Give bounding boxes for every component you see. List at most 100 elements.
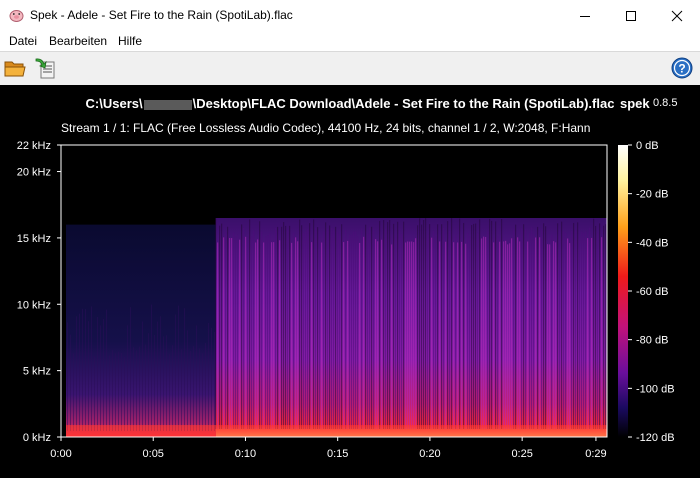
spectrum-column bbox=[519, 241, 521, 429]
intro-column bbox=[196, 325, 197, 431]
spectrum-column bbox=[235, 236, 237, 429]
spectrum-column bbox=[345, 230, 347, 429]
spectrum-column bbox=[427, 234, 429, 429]
intro-column bbox=[151, 304, 152, 431]
spectrum-column bbox=[523, 224, 525, 429]
spectrum-column bbox=[257, 239, 259, 429]
spectrum-column bbox=[355, 231, 357, 429]
intro-column bbox=[106, 309, 107, 431]
spectrum-column bbox=[241, 224, 243, 429]
intro-column bbox=[148, 333, 149, 431]
spectrum-column bbox=[411, 241, 413, 429]
intro-column bbox=[187, 330, 188, 431]
spectrum-column bbox=[441, 224, 443, 429]
spectrum-column bbox=[547, 244, 549, 429]
spectrum-column bbox=[567, 238, 569, 429]
spectrum-column bbox=[281, 226, 283, 429]
spectrum-column bbox=[333, 229, 335, 429]
intro-column bbox=[193, 346, 194, 431]
spectrum-column bbox=[435, 236, 437, 429]
time-tick-label: 0:00 bbox=[50, 448, 71, 460]
intro-column bbox=[118, 351, 119, 431]
intro-column bbox=[214, 331, 215, 431]
spectrum-column bbox=[271, 242, 273, 429]
spectrum-column bbox=[343, 242, 345, 429]
spectrum-column bbox=[463, 222, 465, 429]
spectrum-column bbox=[265, 236, 267, 429]
db-tick-label: -80 dB bbox=[636, 335, 668, 347]
spectrum-column bbox=[359, 242, 361, 429]
spectrum-column bbox=[571, 230, 573, 429]
spectrum-column bbox=[371, 226, 373, 429]
intro-column bbox=[205, 342, 206, 431]
intro-column bbox=[160, 316, 161, 431]
intro-column bbox=[70, 334, 71, 431]
spectrum-column bbox=[367, 233, 369, 429]
intro-column bbox=[154, 334, 155, 431]
spectrum-column bbox=[417, 225, 419, 429]
db-color-bar bbox=[618, 145, 628, 437]
intro-column bbox=[103, 318, 104, 431]
spectrum-column bbox=[465, 243, 467, 429]
freq-tick-label: 15 kHz bbox=[17, 233, 51, 245]
spectrum-column bbox=[287, 229, 289, 429]
spectrum-column bbox=[563, 231, 565, 429]
spectrum-column bbox=[581, 231, 583, 429]
spectrum-column bbox=[361, 228, 363, 429]
spectrum-column bbox=[291, 242, 293, 429]
intro-column bbox=[94, 356, 95, 431]
intro-column bbox=[145, 344, 146, 431]
spectrum-column bbox=[351, 234, 353, 429]
spectrum-column bbox=[459, 218, 461, 429]
spectrum-column bbox=[251, 236, 253, 429]
spectrum-column bbox=[501, 218, 503, 429]
intro-column bbox=[130, 307, 131, 431]
spectrum-column bbox=[593, 218, 595, 429]
spectrum-column bbox=[509, 243, 511, 429]
spectrum-column bbox=[393, 223, 395, 429]
spectrum-column bbox=[481, 238, 483, 429]
intro-column bbox=[202, 353, 203, 431]
spectrum-column bbox=[525, 228, 527, 429]
spectrum-column bbox=[565, 232, 567, 429]
spectrum-column bbox=[387, 222, 389, 429]
intro-column bbox=[211, 327, 212, 431]
freq-tick-label: 10 kHz bbox=[17, 299, 51, 311]
intro-column bbox=[184, 308, 185, 431]
spectrum-column bbox=[341, 224, 343, 429]
spectrum-column bbox=[413, 242, 415, 429]
spectrum-column bbox=[329, 225, 331, 429]
spectrum-column bbox=[429, 224, 431, 429]
spectrum-column bbox=[605, 224, 607, 429]
spectrum-column bbox=[539, 237, 541, 429]
spectrum-column bbox=[487, 231, 489, 429]
spectrum-column bbox=[327, 228, 329, 429]
intro-column bbox=[121, 352, 122, 431]
spectrum-column bbox=[603, 225, 605, 429]
spectrum-column bbox=[425, 218, 427, 429]
spectrum-column bbox=[391, 244, 393, 429]
spectrum-column bbox=[423, 220, 425, 429]
spectrum-column bbox=[373, 228, 375, 429]
intro-column bbox=[190, 350, 191, 431]
spectrum-column bbox=[405, 242, 407, 429]
intro-column bbox=[169, 354, 170, 431]
spectrum-column bbox=[385, 228, 387, 429]
spectrum-column bbox=[445, 241, 447, 429]
spectrum-column bbox=[505, 240, 507, 429]
spectrum-column bbox=[347, 240, 349, 429]
spectrum-column bbox=[263, 242, 265, 429]
spectrum-column bbox=[243, 227, 245, 429]
intro-column bbox=[67, 322, 68, 431]
spectrum-column bbox=[455, 234, 457, 429]
spectrogram-plot bbox=[61, 145, 607, 437]
db-tick-label: -60 dB bbox=[636, 286, 668, 298]
spectrum-column bbox=[439, 241, 441, 429]
spectrum-column bbox=[555, 242, 557, 429]
spectrum-column bbox=[221, 223, 223, 429]
spectrum-column bbox=[311, 242, 313, 429]
spectrum-column bbox=[515, 224, 517, 429]
spectrum-column bbox=[545, 226, 547, 429]
spectrum-column bbox=[305, 231, 307, 429]
intro-column bbox=[79, 313, 80, 431]
